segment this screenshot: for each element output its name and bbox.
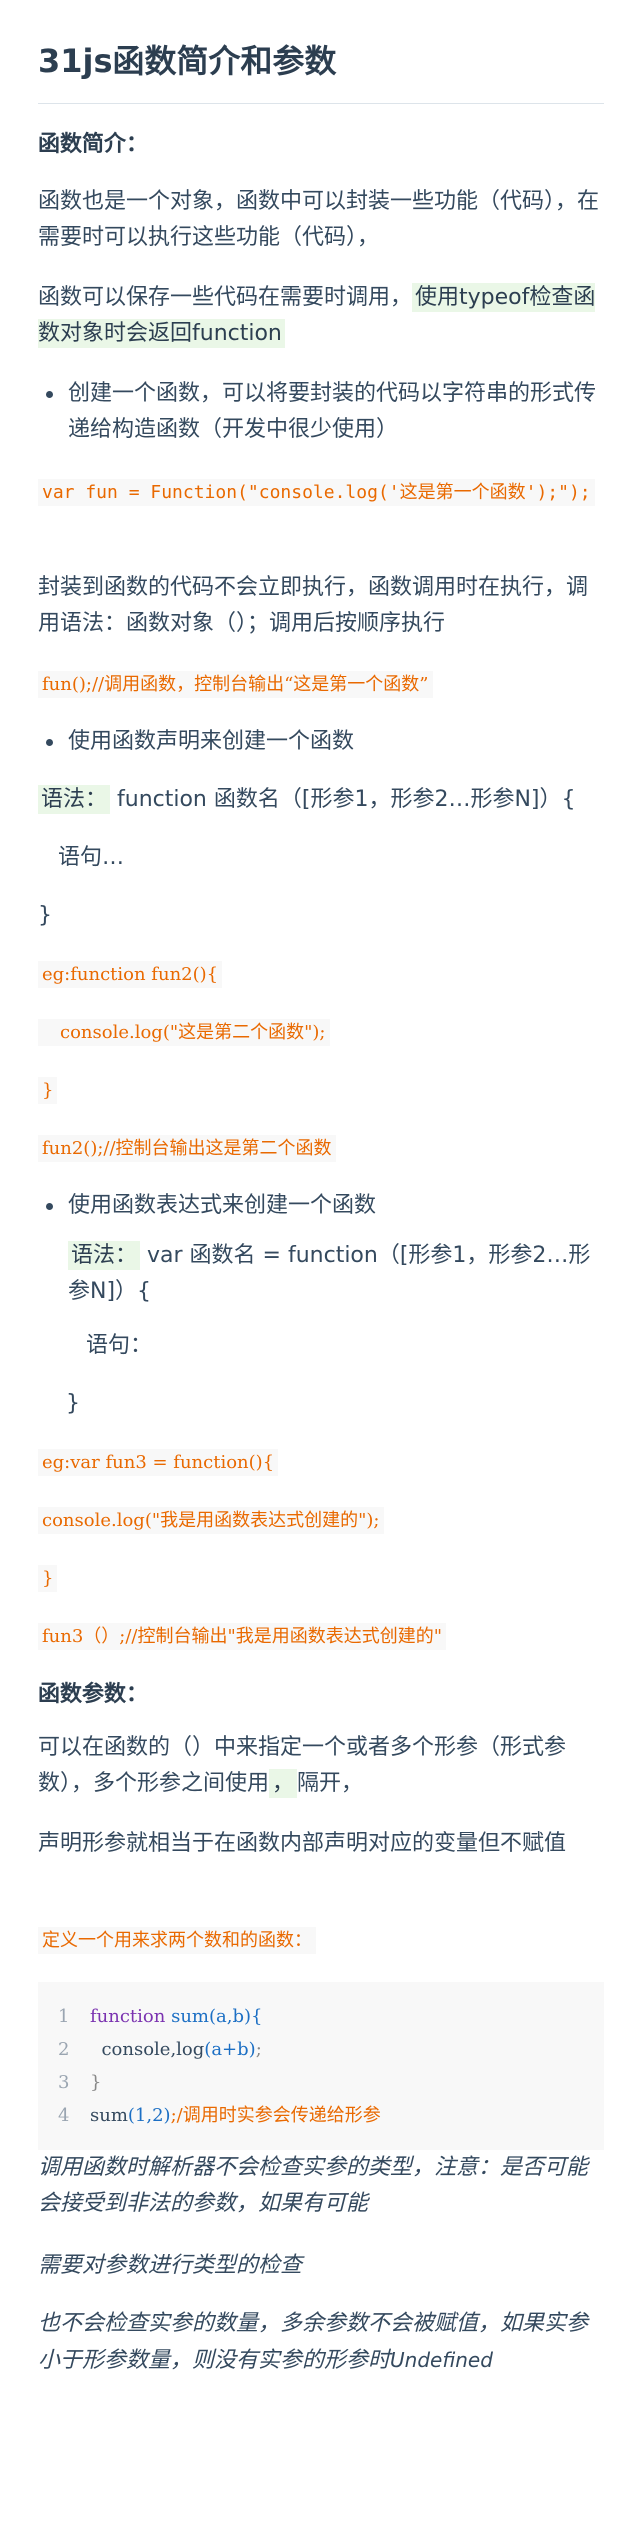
bullet-declaration: 使用函数声明来创建一个函数 [38,724,604,760]
code-example-8-line: console.log("我是用函数表达式创建的"); [38,1502,604,1538]
code-line-2: 2 console,log (a+b); [58,2033,584,2066]
params-paragraph-1: 可以在函数的（）中来指定一个或者多个形参（形式参数），多个形参之间使用，隔开， [38,1730,604,1802]
code-line-4: 4 sum (1,2) ;/调用时实参会传递给形参 [58,2099,584,2132]
intro-paragraph-2: 函数可以保存一些代码在需要时调用， 使用typeof检查函数对象时会返回funct… [38,280,604,352]
syntax-text-1: function 函数名（[形参1，形参2…形参N]）{ [110,787,576,812]
code-params: (a,b){ [209,2006,263,2027]
code-function-name: sum [171,2006,209,2027]
line-number: 1 [58,2006,70,2027]
code-keyword: function [90,2006,166,2027]
bullet-list-2: 使用函数声明来创建一个函数 [38,724,604,760]
params-paragraph-2: 声明形参就相当于在函数内部声明对应的变量但不赋值 [38,1831,567,1856]
note-paragraph-3: 也不会检查实参的数量，多余参数不会被赋值，如果实参小于形参数量，则没有实参的形参… [38,2306,604,2379]
line-number: 2 [58,2039,70,2060]
bullet-constructor: 创建一个函数，可以将要封装的代码以字符串的形式传递给构造函数（开发中很少使用） [38,376,604,448]
syntax-line-1: 语法： function 函数名（[形参1，形参2…形参N]）{ [38,782,604,818]
code-example-5: } [38,1077,58,1104]
code-example-4-line: console.log("这是第二个函数"); [38,1014,604,1050]
bullet-expression: 使用函数表达式来创建一个函数 [38,1188,604,1224]
syntax-text-2: var 函数名 = function（[形参1，形参2…形参N]）{ [68,1243,591,1304]
code-example-8: console.log("我是用函数表达式创建的"); [38,1507,384,1534]
code-line-3: 3} [58,2066,584,2099]
bullet-list-1: 创建一个函数，可以将要封装的代码以字符串的形式传递给构造函数（开发中很少使用） [38,376,604,448]
intro-paragraph-3: 封装到函数的代码不会立即执行，函数调用时在执行，调用语法：函数对象（）；调用后按… [38,575,589,636]
syntax-statement-1: 语句… [58,845,125,870]
params-paragraph-1-end: 隔开， [297,1771,364,1796]
page-title: 31js函数简介和参数 [38,42,337,80]
note-paragraph-1: 调用函数时解析器不会检查实参的类型，注意：是否可能会接受到非法的参数，如果有可能 [38,2155,589,2216]
syntax-label-1: 语法： [38,785,111,814]
code-example-7: eg:var fun3 = function(){ [38,1449,279,1476]
code-example-7-line: eg:var fun3 = function(){ [38,1444,604,1480]
section-heading-params: 函数参数： [38,1682,149,1707]
code-example-1-line: var fun = Function("console.log('这是第一个函数… [38,474,604,510]
intro-heading-block: 函数简介： [38,126,604,158]
code-label-line: 定义一个用来求两个数和的函数： [38,1922,604,1958]
comma-highlight: ， [269,1769,298,1798]
section-heading-intro: 函数简介： [38,132,149,157]
line-number: 3 [58,2072,70,2093]
intro-paragraph-1: 函数也是一个对象，函数中可以封装一些功能（代码），在需要时可以执行这些功能（代码… [38,189,600,250]
code-punctuation: ; [255,2039,262,2060]
code-text: console,log [101,2039,205,2060]
code-example-4: console.log("这是第二个函数"); [38,1019,330,1046]
title-divider [38,103,604,104]
params-heading-block: 函数参数： [38,1676,604,1708]
syntax-close-2: } [66,1391,80,1416]
code-example-1: var fun = Function("console.log('这是第一个函数… [38,479,595,506]
code-args: (a+b) [204,2039,256,2060]
syntax-label-2: 语法： [68,1241,141,1270]
code-example-10: fun3（）;//控制台输出"我是用函数表达式创建的" [38,1623,447,1650]
code-example-5-line: } [38,1072,604,1108]
code-example-3-line: eg:function fun2(){ [38,956,604,992]
syntax-close-1: } [38,903,52,928]
code-block: 1 function sum (a,b){ 2 console,log (a+b); … [38,1982,604,2150]
code-example-2-line: fun();//调用函数，控制台输出“这是第一个函数” [38,666,604,702]
code-line-1: 1 function sum (a,b){ [58,2000,584,2033]
code-example-3: eg:function fun2(){ [38,961,223,988]
note-paragraph-2: 需要对参数进行类型的检查 [38,2253,303,2278]
article: 31js函数简介和参数 函数简介： 函数也是一个对象，函数中可以封装一些功能（代… [0,0,640,2537]
code-example-2: fun();//调用函数，控制台输出“这是第一个函数” [38,671,433,698]
code-args: (1,2) [127,2105,171,2126]
intro-paragraph-2-text: 函数可以保存一些代码在需要时调用， [38,285,413,310]
code-example-9: } [38,1565,58,1592]
note-paragraph-3-text: 也不会检查实参的数量，多余参数不会被赋值，如果实参小于形参数量，则没有实参的形参… [38,2311,589,2373]
code-brace: } [90,2072,102,2093]
code-comment: ;/调用时实参会传递给形参 [170,2105,381,2126]
bullet-list-3: 使用函数表达式来创建一个函数 [38,1188,604,1224]
syntax-line-2: 语法： var 函数名 = function（[形参1，形参2…形参N]）{ [38,1238,604,1310]
syntax-statement-2: 语句： [86,1333,153,1358]
code-example-10-line: fun3（）;//控制台输出"我是用函数表达式创建的" [38,1618,604,1654]
note-undefined: Undefined [390,2348,493,2372]
code-example-6-line: fun2();//控制台输出这是第二个函数 [38,1130,604,1166]
code-example-9-line: } [38,1560,604,1596]
code-call: sum [90,2105,128,2126]
line-number: 4 [58,2105,70,2126]
code-example-6: fun2();//控制台输出这是第二个函数 [38,1135,336,1162]
code-label: 定义一个用来求两个数和的函数： [38,1927,316,1954]
